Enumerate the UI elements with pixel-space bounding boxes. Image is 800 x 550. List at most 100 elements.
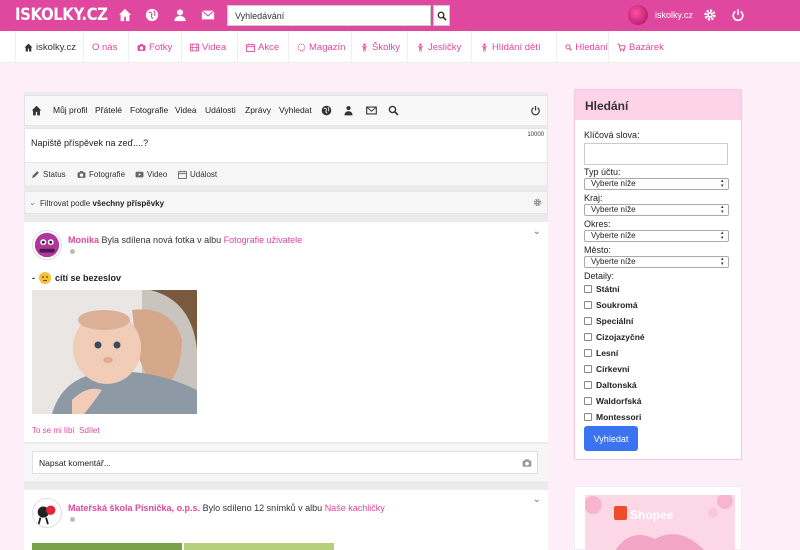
sidebar-title: Hledání (575, 90, 741, 120)
detail-checkbox-church[interactable]: Církevní (584, 364, 630, 374)
share-link[interactable]: Sdílet (79, 426, 99, 435)
feed-filter[interactable]: ⌄ Filtrovat podle všechny příspěvky (24, 191, 548, 214)
power-icon[interactable] (530, 105, 541, 116)
post-photo[interactable] (32, 290, 197, 414)
status-button[interactable]: Status (31, 170, 66, 179)
nav-item-events[interactable]: Akce (238, 31, 289, 63)
detail-checkbox-forest[interactable]: Lesní (584, 348, 618, 358)
nav-item-nurseries[interactable]: Jesličky (408, 31, 472, 63)
checkbox-label: Soukromá (596, 300, 638, 310)
detail-checkbox-dalton[interactable]: Daltonská (584, 380, 637, 390)
photo-button[interactable]: Fotografie (77, 170, 125, 179)
status-label: Status (43, 170, 66, 179)
profile-subnav: Můj profil Přátelé Fotografie Videa Udál… (24, 95, 548, 126)
author-avatar[interactable] (32, 230, 62, 260)
detail-checkbox-foreign-language[interactable]: Cizojazyčné (584, 332, 645, 342)
detail-checkbox-montessori[interactable]: Montessori (584, 412, 641, 422)
video-button[interactable]: Video (135, 170, 167, 179)
city-select[interactable]: Vyberte níže (584, 256, 729, 268)
subnav-events[interactable]: Události (205, 105, 236, 115)
nav-item-search[interactable]: Hledání (557, 31, 609, 63)
chevron-down-icon[interactable]: ⌄ (533, 494, 541, 505)
home-icon[interactable] (31, 105, 42, 116)
album-photo[interactable] (184, 543, 334, 550)
checkbox[interactable] (584, 333, 592, 341)
nav-item-babysitting[interactable]: Hlídání dětí (472, 31, 557, 63)
album-link[interactable]: Naše kachličky (325, 503, 385, 513)
detail-checkbox-state[interactable]: Státní (584, 284, 620, 294)
checkbox[interactable] (584, 285, 592, 293)
author-avatar[interactable] (32, 498, 62, 528)
detail-checkbox-special[interactable]: Speciální (584, 316, 633, 326)
detail-checkbox-private[interactable]: Soukromá (584, 300, 638, 310)
avatar[interactable] (628, 5, 648, 25)
nav-item-bazaar[interactable]: Bazárek (609, 31, 671, 63)
nav-item-videos[interactable]: Videa (182, 31, 238, 63)
subnav-photos[interactable]: Fotografie (130, 105, 168, 115)
checkbox[interactable] (584, 381, 592, 389)
detail-checkbox-waldorf[interactable]: Waldorfská (584, 396, 642, 406)
district-select[interactable]: Vyberte níže (584, 230, 729, 242)
checkbox[interactable] (584, 397, 592, 405)
checkbox-label: Daltonská (596, 380, 637, 390)
power-icon[interactable] (731, 8, 745, 22)
home-icon[interactable] (118, 8, 132, 22)
globe-icon[interactable] (321, 105, 332, 116)
mail-icon[interactable] (201, 8, 215, 22)
ad-banner[interactable]: Shopee (574, 486, 742, 550)
site-logo[interactable]: ISKOLKY.CZ (15, 5, 108, 25)
subnav-search[interactable]: Vyhledat (279, 105, 312, 115)
search-button[interactable] (433, 5, 450, 26)
like-link[interactable]: To se mi líbí (32, 426, 75, 435)
gear-icon[interactable] (703, 8, 717, 22)
subnav-messages[interactable]: Zprávy (245, 105, 271, 115)
search-input[interactable]: Vyhledávání (227, 5, 431, 26)
keywords-input[interactable] (584, 143, 728, 165)
comment-input[interactable]: Napsat komentář... (32, 451, 538, 474)
search-sidebar: Hledání Klíčová slova: Typ účtu: Vyberte… (574, 89, 742, 460)
album-photo[interactable] (32, 543, 182, 550)
event-label: Událost (190, 170, 218, 179)
checkbox[interactable] (584, 349, 592, 357)
subnav-friends[interactable]: Přátelé (95, 105, 122, 115)
globe-icon[interactable] (145, 8, 159, 22)
users-icon[interactable] (343, 105, 354, 116)
mail-icon[interactable] (366, 105, 377, 116)
nav-item-schools[interactable]: Školky (352, 31, 408, 63)
gear-icon[interactable] (533, 198, 542, 207)
subnav-my-profile[interactable]: Můj profil (53, 105, 87, 115)
checkbox[interactable] (584, 413, 592, 421)
camera-icon (137, 43, 146, 51)
nav-item-home[interactable]: iskolky.cz (15, 31, 84, 63)
privacy-globe-icon[interactable] (70, 249, 75, 254)
user-icon[interactable] (173, 8, 187, 22)
checkbox[interactable] (584, 317, 592, 325)
post-input[interactable]: Napiště příspěvek na zeď....? (31, 138, 148, 148)
nav-item-magazine[interactable]: Magazín (289, 31, 352, 63)
comment-placeholder: Napsat komentář... (39, 458, 111, 468)
checkbox[interactable] (584, 365, 592, 373)
event-button[interactable]: Událost (178, 170, 217, 179)
feed-post: Mateřská škola Písnička, o.p.s. Bylo sdí… (24, 490, 548, 550)
region-select[interactable]: Vyberte níže (584, 204, 729, 216)
author-link[interactable]: Monika (68, 235, 99, 245)
camera-icon[interactable] (522, 458, 532, 468)
chevron-down-icon[interactable]: ⌄ (533, 226, 541, 237)
author-link[interactable]: Mateřská škola Písnička, o.p.s. (68, 503, 200, 513)
nav-item-photos[interactable]: Fotky (129, 31, 182, 63)
feed-post: Monika Byla sdílena nová fotka v albu Fo… (24, 222, 548, 442)
district-label: Okres: (584, 219, 611, 229)
nav-item-about[interactable]: O nás (84, 31, 129, 63)
ad-image[interactable]: Shopee (585, 495, 735, 550)
city-label: Město: (584, 245, 612, 255)
filter-value[interactable]: všechny příspěvky (92, 199, 164, 208)
album-link[interactable]: Fotografie uživatele (224, 235, 303, 245)
subnav-videos[interactable]: Videa (175, 105, 197, 115)
search-submit-button[interactable]: Vyhledat (584, 426, 638, 451)
privacy-globe-icon[interactable] (70, 517, 75, 522)
checkbox[interactable] (584, 301, 592, 309)
username-link[interactable]: iskolky.cz (655, 10, 693, 20)
search-icon[interactable] (388, 105, 399, 116)
account-type-select[interactable]: Vyberte níže (584, 178, 729, 190)
calendar-icon (246, 43, 255, 52)
